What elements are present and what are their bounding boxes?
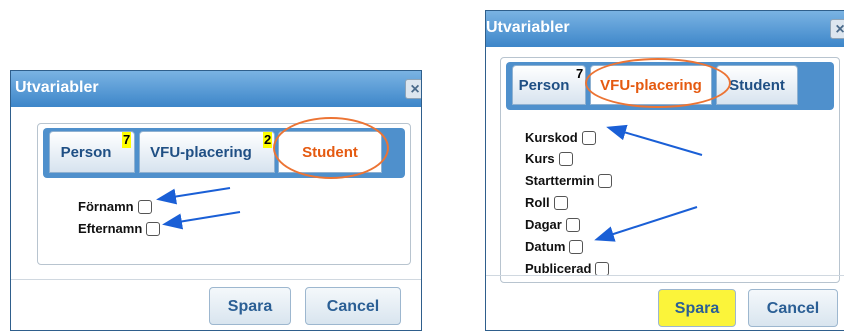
- annotation-arrow: [594, 206, 698, 242]
- annotation-arrows: [156, 124, 703, 242]
- annotation-arrow: [162, 211, 241, 230]
- annotation-arrow: [156, 187, 231, 205]
- annotation-arrow: [606, 124, 703, 156]
